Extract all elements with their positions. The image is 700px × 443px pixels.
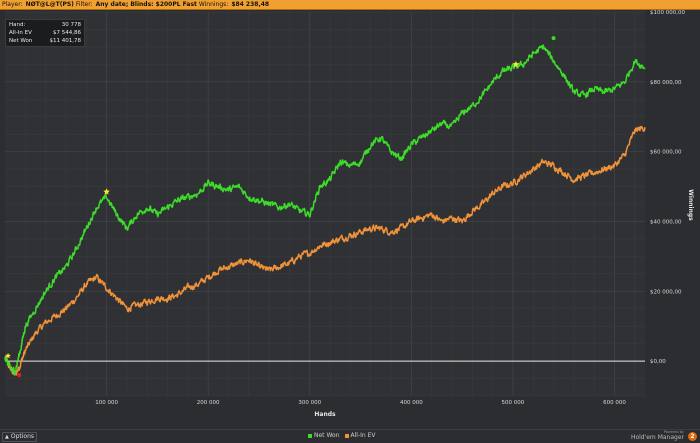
hands-label: Hand:: [9, 22, 26, 28]
legend-item[interactable]: All-In EV: [344, 432, 376, 439]
brand-name: Hold'em Manager: [630, 434, 684, 441]
legend-item[interactable]: Net Won: [308, 432, 340, 439]
y-tick-labels: $0,00 $20 000,00 $40 000,00 $60 000,00 $80 0…: [650, 10, 685, 365]
options-button[interactable]: ▲ Options: [2, 432, 38, 442]
y-tick-label: $20 000,00: [650, 289, 682, 295]
filter-label: Filter:: [75, 1, 93, 8]
options-label: Options: [10, 433, 35, 440]
y-tick-label: $60 000,00: [650, 150, 682, 156]
legend-swatch: [344, 433, 349, 438]
winnings-chart: 100 000 200 000 300 000 400 000 500 000 600 0…: [4, 10, 694, 418]
expand-icon: ▲: [5, 434, 9, 440]
brand-logo: Powered by Hold'em Manager: [631, 430, 684, 441]
x-tick-label: 500 000: [502, 400, 525, 406]
x-tick-labels: 100 000 200 000 300 000 400 000 500 000 600 0…: [95, 400, 626, 406]
chart-legend: Net Won All-In EV: [308, 432, 380, 440]
hands-value: 30 778: [61, 22, 81, 28]
high-point-dot: [551, 36, 556, 41]
x-axis-label: Hands: [314, 411, 336, 418]
player-value[interactable]: NØT@L@T(PS): [26, 1, 74, 8]
x-tick-label: 600 000: [603, 400, 626, 406]
brand-badge-icon: 2: [688, 432, 697, 441]
x-tick-label: 400 000: [400, 400, 423, 406]
low-point-dot: [17, 372, 22, 378]
header-bar: Player: NØT@L@T(PS) Filter: Any date; Blin…: [0, 0, 700, 10]
legend-label: All-In EV: [350, 432, 376, 439]
y-axis-label: Winnings: [687, 189, 694, 221]
x-tick-label: 300 000: [298, 400, 321, 406]
player-label: Player:: [2, 1, 23, 8]
x-tick-label: 200 000: [197, 400, 220, 406]
net-value: $11 401,78: [49, 38, 82, 44]
y-tick-label: $0,00: [650, 359, 666, 365]
footer-bar: ▲ Options Net Won All-In EV Powered by Hol…: [0, 429, 700, 443]
chart-grid: [5, 11, 645, 397]
filter-value[interactable]: Any date; Blinds: $200PL Fast: [96, 1, 197, 8]
y-tick-label: $40 000,00: [650, 219, 682, 225]
y-tick-label: $80 000,00: [650, 80, 682, 86]
stats-box: Hand: 30 778 All-In EV $7 544,86 Net Won $1…: [5, 19, 85, 47]
ev-label: All-In EV: [9, 30, 32, 36]
legend-swatch: [308, 433, 312, 438]
y-tick-label: $100 000,00: [650, 10, 685, 16]
ev-value: $7 544,86: [53, 30, 81, 36]
winnings-label: Winnings:: [198, 1, 229, 8]
winnings-value: $84 238,48: [231, 1, 270, 8]
legend-label: Net Won: [314, 432, 340, 439]
x-tick-label: 100 000: [95, 400, 118, 406]
net-label: Net Won: [9, 38, 33, 44]
